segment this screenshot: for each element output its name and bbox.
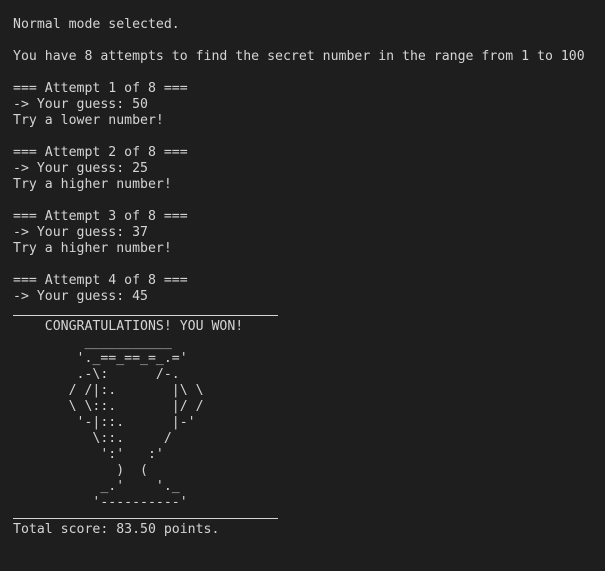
attempt-hint: Try a higher number! [13, 177, 172, 192]
terminal-window: Normal mode selected. You have 8 attempt… [0, 0, 605, 571]
intro-line: You have 8 attempts to find the secret n… [13, 49, 585, 64]
attempt-block: === Attempt 4 of 8 === -> Your guess: 45 [13, 273, 605, 305]
attempt-block: === Attempt 1 of 8 === -> Your guess: 50… [13, 81, 605, 129]
attempt-header: === Attempt 4 of 8 === [13, 273, 188, 288]
attempt-guess: -> Your guess: 37 [13, 225, 148, 240]
attempt-block: === Attempt 2 of 8 === -> Your guess: 25… [13, 145, 605, 193]
attempt-header: === Attempt 2 of 8 === [13, 145, 188, 160]
mode-line: Normal mode selected. [13, 17, 180, 32]
attempt-block: === Attempt 3 of 8 === -> Your guess: 37… [13, 209, 605, 257]
win-message: CONGRATULATIONS! YOU WON! [13, 319, 244, 334]
attempt-hint: Try a higher number! [13, 241, 172, 256]
attempt-hint: Try a lower number! [13, 113, 164, 128]
attempt-guess: -> Your guess: 50 [13, 97, 148, 112]
total-score-line: Total score: 83.50 points. [13, 522, 220, 537]
attempt-header: === Attempt 1 of 8 === [13, 81, 188, 96]
trophy-ascii-art: ___________ '._==_==_=_.=' .-\: /-. / /|… [68, 335, 204, 510]
attempt-header: === Attempt 3 of 8 === [13, 209, 188, 224]
separator-line-bottom [13, 518, 278, 519]
attempt-guess: -> Your guess: 45 [13, 289, 148, 304]
separator-line-top [13, 315, 278, 316]
attempt-guess: -> Your guess: 25 [13, 161, 148, 176]
